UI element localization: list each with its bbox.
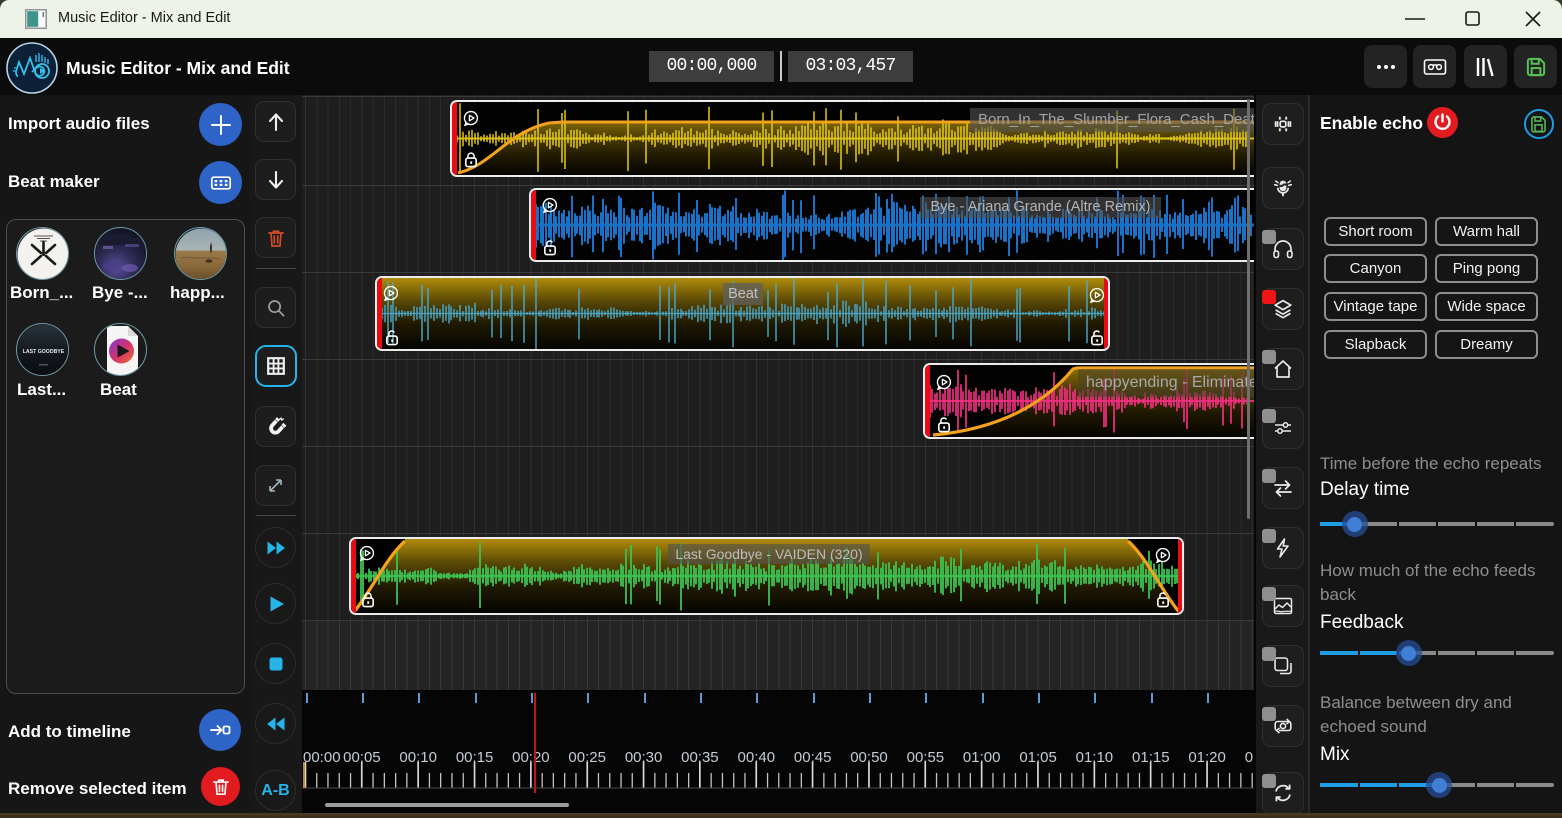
svg-text:LAST GOODBYE: LAST GOODBYE — [23, 349, 65, 355]
